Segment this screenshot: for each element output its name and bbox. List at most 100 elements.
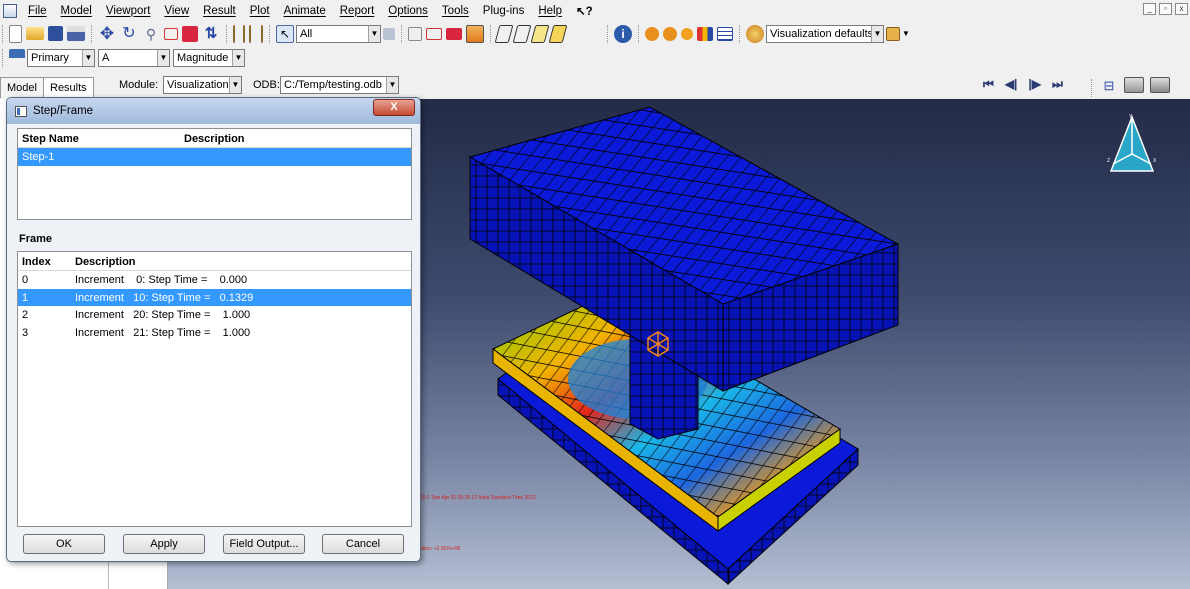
frame-row[interactable]: 1 Increment 10: Step Time = 0.1329 bbox=[18, 288, 411, 306]
frame-index: 0 bbox=[22, 274, 29, 286]
menu-help[interactable]: Help bbox=[531, 5, 569, 17]
sphere-icon[interactable] bbox=[681, 27, 693, 40]
menu-plot[interactable]: Plot bbox=[243, 5, 277, 17]
field-category-select[interactable]: Primary ▼ bbox=[27, 49, 95, 67]
frame-index: 2 bbox=[22, 309, 29, 321]
color-code-icon[interactable] bbox=[697, 26, 713, 41]
minimize-icon[interactable]: _ bbox=[1143, 3, 1156, 15]
restore-icon[interactable]: ▫ bbox=[1159, 3, 1172, 15]
module-select[interactable]: Visualization ▼ bbox=[163, 76, 242, 94]
field-variable-value: A bbox=[102, 52, 110, 64]
save-icon[interactable] bbox=[48, 26, 63, 41]
iso-view-icon[interactable] bbox=[494, 24, 514, 43]
camera-icon[interactable] bbox=[1124, 77, 1144, 93]
new-file-icon[interactable] bbox=[9, 24, 22, 43]
next-frame-icon[interactable]: |▶ bbox=[1028, 77, 1041, 92]
box-zoom-icon[interactable] bbox=[164, 27, 178, 40]
odb-select[interactable]: C:/Temp/testing.odb ▼ bbox=[280, 76, 399, 94]
table-icon[interactable] bbox=[717, 26, 733, 41]
auto-fit-icon[interactable] bbox=[182, 25, 198, 42]
intersect-icon[interactable] bbox=[663, 26, 677, 41]
menu-viewport[interactable]: Viewport bbox=[99, 5, 158, 17]
render-style-select[interactable]: Visualization defaults ▼ bbox=[766, 24, 884, 43]
field-category-value: Primary bbox=[31, 52, 69, 64]
selection-filter-select[interactable]: All ▼ bbox=[296, 24, 381, 43]
field-output-icon[interactable] bbox=[9, 49, 25, 67]
animation-controls: ⏮ ◀| |▶ ⏭ bbox=[983, 77, 1063, 92]
chevron-down-icon: ▼ bbox=[157, 50, 169, 66]
cancel-button[interactable]: Cancel bbox=[322, 534, 404, 554]
ok-button[interactable]: OK bbox=[23, 534, 105, 554]
front-view-icon[interactable] bbox=[512, 24, 532, 43]
frame-row[interactable]: 3 Increment 21: Step Time = 1.000 bbox=[18, 324, 411, 342]
menu-report[interactable]: Report bbox=[333, 5, 382, 17]
frame-description: Increment 20: Step Time = 1.000 bbox=[75, 309, 251, 321]
module-value: Visualization bbox=[167, 79, 229, 91]
frame-row[interactable]: 0 Increment 0: Step Time = 0.000 bbox=[18, 271, 411, 289]
field-invariant-value: Magnitude bbox=[177, 52, 229, 64]
last-frame-icon[interactable]: ⏭ bbox=[1052, 77, 1063, 92]
tab-model[interactable]: Model bbox=[0, 77, 44, 98]
select-arrow-icon[interactable]: ↖ bbox=[276, 24, 294, 43]
context-help-icon[interactable]: ↖? bbox=[569, 4, 600, 18]
menu-view[interactable]: View bbox=[157, 5, 196, 17]
copy-view-icon[interactable] bbox=[408, 26, 422, 41]
previous-frame-icon[interactable]: ◀| bbox=[1005, 77, 1018, 92]
close-window-icon[interactable]: x bbox=[1175, 3, 1188, 15]
menu-animate[interactable]: Animate bbox=[277, 5, 333, 17]
print-icon[interactable] bbox=[67, 26, 85, 41]
close-icon[interactable]: X bbox=[373, 99, 415, 116]
first-frame-icon[interactable]: ⏮ bbox=[983, 77, 994, 92]
menu-tools[interactable]: Tools bbox=[435, 5, 476, 17]
module-label: Module: bbox=[119, 79, 159, 91]
selection-option-icon[interactable] bbox=[383, 27, 395, 40]
menu-bar: File Model Viewport View Result Plot Ani… bbox=[0, 0, 1190, 21]
chevron-down-icon: ▼ bbox=[82, 50, 94, 66]
module-toolbar: Model Results Module: Visualization ▼ OD… bbox=[0, 71, 1190, 99]
tree-icon[interactable]: ⊟ bbox=[1100, 78, 1118, 96]
palette-icon[interactable] bbox=[746, 24, 764, 43]
shaded-render-icon[interactable] bbox=[466, 24, 484, 43]
drag-box-icon[interactable] bbox=[426, 27, 442, 40]
menu-result[interactable]: Result bbox=[196, 5, 243, 17]
field-invariant-select[interactable]: Magnitude ▼ bbox=[173, 49, 245, 67]
menu-plugins[interactable]: Plug-ins bbox=[476, 5, 532, 17]
frame-description: Increment 21: Step Time = 1.000 bbox=[75, 326, 251, 339]
step-name: Step-1 bbox=[22, 151, 55, 163]
side-view-icon[interactable] bbox=[548, 24, 568, 43]
info-icon[interactable]: i bbox=[614, 24, 632, 43]
menu-options[interactable]: Options bbox=[381, 5, 435, 17]
cube-options-dropdown-icon[interactable]: ▼ bbox=[902, 29, 910, 38]
union-icon[interactable] bbox=[645, 26, 659, 41]
open-folder-icon[interactable] bbox=[26, 27, 44, 40]
step-list[interactable]: Step Name Description Step-1 bbox=[17, 128, 412, 220]
frame-description: Increment 10: Step Time = 0.1329 bbox=[75, 291, 254, 304]
viewport-status-text: 10-1 Sun Apr 01 00:26:12 India Standard … bbox=[420, 495, 536, 501]
cube-options-icon[interactable] bbox=[886, 26, 900, 41]
window-controls: _ ▫ x bbox=[1143, 3, 1188, 15]
field-output-button[interactable]: Field Output... bbox=[223, 534, 305, 554]
app-menu-icon[interactable] bbox=[3, 3, 17, 18]
top-view-icon[interactable] bbox=[530, 24, 550, 43]
layer-stack-alt-icon[interactable] bbox=[249, 24, 263, 43]
tab-results[interactable]: Results bbox=[43, 77, 94, 98]
dialog-title-bar[interactable]: Step/Frame X bbox=[7, 98, 420, 124]
rotate-icon[interactable]: ↻ bbox=[120, 25, 138, 43]
pan-icon[interactable]: ✥ bbox=[98, 24, 116, 43]
step-row[interactable]: Step-1 bbox=[18, 148, 411, 166]
chevron-down-icon: ▼ bbox=[368, 25, 380, 42]
frame-list[interactable]: Index Description 0 Increment 0: Step Ti… bbox=[17, 251, 412, 527]
view-triad-icon[interactable]: Y Z X bbox=[1107, 114, 1157, 172]
field-variable-select[interactable]: A ▼ bbox=[98, 49, 170, 67]
cycle-views-icon[interactable]: ⇅ bbox=[202, 25, 220, 43]
frame-row[interactable]: 2 Increment 20: Step Time = 1.000 bbox=[18, 306, 411, 324]
apply-button[interactable]: Apply bbox=[123, 534, 205, 554]
camera-movie-icon[interactable] bbox=[1150, 77, 1170, 93]
field-output-toolbar: Primary ▼ A ▼ Magnitude ▼ bbox=[0, 46, 1190, 70]
layer-stack-icon[interactable] bbox=[233, 24, 245, 43]
zoom-icon[interactable]: ⚲ bbox=[142, 25, 160, 43]
menu-file[interactable]: File bbox=[21, 5, 54, 17]
step-list-header: Step Name Description bbox=[18, 129, 411, 148]
probe-icon[interactable] bbox=[446, 27, 462, 40]
menu-model[interactable]: Model bbox=[54, 5, 99, 17]
